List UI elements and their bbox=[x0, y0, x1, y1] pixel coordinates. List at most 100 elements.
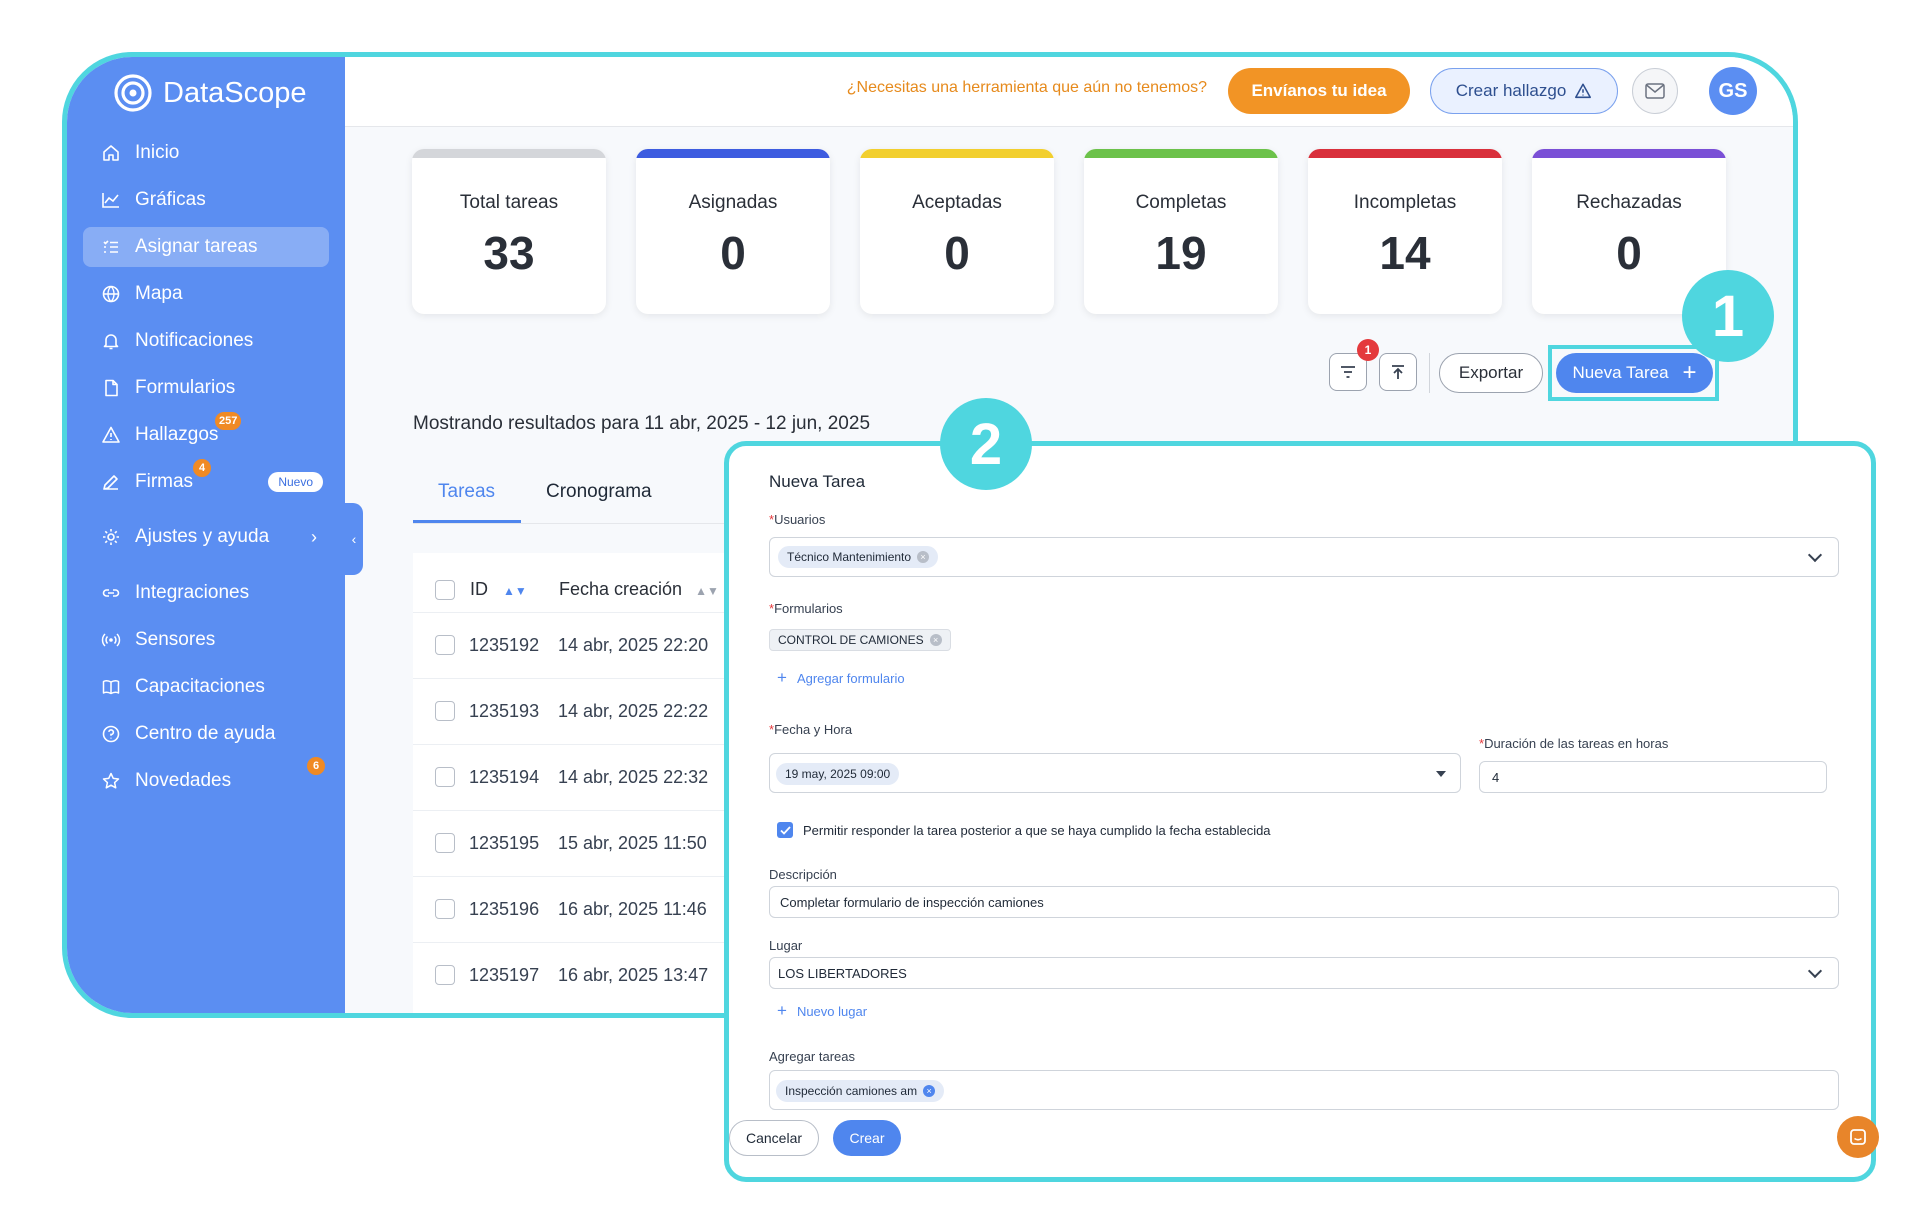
hallazgos-badge: 257 bbox=[215, 412, 242, 430]
sidebar-item-notificaciones[interactable]: Notificaciones bbox=[83, 321, 329, 361]
export-button[interactable]: Exportar bbox=[1439, 353, 1543, 393]
bell-icon bbox=[103, 334, 119, 350]
chevron-right-icon: › bbox=[311, 526, 317, 547]
sidebar-item-label: Novedades bbox=[135, 770, 232, 791]
modal-title: Nueva Tarea bbox=[769, 472, 866, 491]
row-checkbox[interactable] bbox=[435, 767, 455, 787]
firmas-badge: 4 bbox=[193, 459, 211, 477]
datetime-label-text: Fecha y Hora bbox=[774, 722, 853, 737]
description-value: Completar formulario de inspección camio… bbox=[780, 895, 1044, 910]
support-chat-button[interactable] bbox=[1837, 1116, 1879, 1158]
description-input[interactable]: Completar formulario de inspección camio… bbox=[769, 886, 1839, 918]
remove-chip-icon[interactable]: × bbox=[917, 551, 930, 563]
row-checkbox[interactable] bbox=[435, 701, 455, 721]
sidebar-item-capacitaciones[interactable]: Capacitaciones bbox=[83, 667, 329, 707]
sidebar-item-formularios[interactable]: Formularios bbox=[83, 368, 329, 408]
row-checkbox[interactable] bbox=[435, 965, 455, 985]
datetime-picker[interactable]: 19 may, 2025 09:00 bbox=[769, 753, 1461, 793]
sidebar-item-label: Firmas bbox=[135, 471, 194, 492]
caret-down-icon bbox=[1436, 771, 1446, 777]
add-form-link[interactable]: + Agregar formulario bbox=[777, 668, 905, 688]
stat-card-incompletas[interactable]: Incompletas 14 bbox=[1308, 149, 1502, 314]
stat-card-asignadas[interactable]: Asignadas 0 bbox=[636, 149, 830, 314]
select-all-checkbox[interactable] bbox=[435, 580, 455, 600]
stat-value: 0 bbox=[944, 227, 970, 279]
stat-label: Rechazadas bbox=[1576, 192, 1682, 213]
brand-logo[interactable]: DataScope bbox=[113, 73, 307, 113]
sidebar-item-mapa[interactable]: Mapa bbox=[83, 274, 329, 314]
task-list-icon bbox=[103, 240, 118, 253]
sidebar-collapse-button[interactable]: ‹ bbox=[345, 503, 363, 575]
sidebar-item-asignar-tareas[interactable]: Asignar tareas bbox=[83, 227, 329, 267]
users-label-text: Usuarios bbox=[774, 512, 826, 527]
row-checkbox[interactable] bbox=[435, 635, 455, 655]
sidebar-item-label: Mapa bbox=[135, 283, 183, 304]
tab-tareas[interactable]: Tareas bbox=[438, 481, 495, 503]
row-checkbox[interactable] bbox=[435, 899, 455, 919]
new-place-link[interactable]: + Nuevo lugar bbox=[777, 1001, 867, 1021]
sidebar-item-inicio[interactable]: Inicio bbox=[83, 133, 329, 173]
table-row[interactable]: 1235195 15 abr, 2025 11:50 bbox=[413, 810, 743, 876]
task-chip[interactable]: Inspección camiones am × bbox=[776, 1080, 945, 1102]
place-select[interactable]: LOS LIBERTADORES bbox=[769, 957, 1839, 989]
row-date: 14 abr, 2025 22:22 bbox=[558, 701, 709, 721]
sidebar-item-firmas[interactable]: Firmas 4 Nuevo bbox=[83, 459, 329, 502]
upload-button[interactable] bbox=[1379, 353, 1417, 391]
send-idea-button[interactable]: Envíanos tu idea bbox=[1228, 68, 1410, 114]
column-header-label: Fecha creación bbox=[559, 579, 683, 599]
home-icon bbox=[103, 145, 119, 161]
column-header-id[interactable]: ID ▲▼ bbox=[470, 579, 527, 600]
column-header-fecha[interactable]: Fecha creación ▲▼ bbox=[559, 579, 719, 600]
user-chip[interactable]: Técnico Mantenimiento × bbox=[778, 546, 939, 568]
table-row[interactable]: 1235194 14 abr, 2025 22:32 bbox=[413, 744, 743, 810]
sidebar-item-hallazgos[interactable]: Hallazgos 257 bbox=[83, 412, 329, 455]
sidebar-item-centro-ayuda[interactable]: Centro de ayuda bbox=[83, 714, 329, 754]
tab-cronograma[interactable]: Cronograma bbox=[546, 481, 652, 503]
add-tasks-select[interactable]: Inspección camiones am × bbox=[769, 1070, 1839, 1110]
sidebar-item-integraciones[interactable]: Integraciones bbox=[83, 573, 329, 613]
check-icon bbox=[779, 825, 791, 835]
row-date: 15 abr, 2025 11:50 bbox=[558, 833, 707, 853]
sidebar-item-sensores[interactable]: Sensores bbox=[83, 620, 329, 660]
sidebar-item-graficas[interactable]: Gráficas bbox=[83, 180, 329, 220]
duration-label-text: Duración de las tareas en horas bbox=[1484, 736, 1669, 751]
remove-chip-icon[interactable]: × bbox=[929, 634, 942, 646]
create-finding-button[interactable]: Crear hallazgo bbox=[1430, 68, 1618, 114]
duration-value: 4 bbox=[1492, 770, 1500, 785]
avatar[interactable]: GS bbox=[1709, 67, 1757, 115]
remove-chip-icon[interactable]: × bbox=[923, 1085, 936, 1097]
table-row[interactable]: 1235196 16 abr, 2025 11:46 bbox=[413, 876, 743, 942]
messages-button[interactable] bbox=[1632, 68, 1678, 114]
form-chip[interactable]: CONTROL DE CAMIONES × bbox=[769, 629, 951, 651]
duration-input[interactable]: 4 bbox=[1479, 761, 1827, 793]
warning-icon bbox=[1575, 83, 1592, 99]
row-id: 1235194 bbox=[469, 767, 540, 787]
cancel-button[interactable]: Cancelar bbox=[729, 1120, 819, 1156]
stat-card-aceptadas[interactable]: Aceptadas 0 bbox=[860, 149, 1054, 314]
forms-label: *Formularios bbox=[769, 601, 843, 616]
table-row[interactable]: 1235192 14 abr, 2025 22:20 bbox=[413, 612, 743, 678]
allow-late-label: Permitir responder la tarea posterior a … bbox=[803, 823, 1271, 838]
row-checkbox[interactable] bbox=[435, 833, 455, 853]
plus-icon: + bbox=[777, 668, 787, 687]
form-chip-label: CONTROL DE CAMIONES bbox=[778, 633, 924, 647]
stat-card-completas[interactable]: Completas 19 bbox=[1084, 149, 1278, 314]
sidebar-item-ajustes[interactable]: Ajustes y ayuda › bbox=[83, 517, 329, 557]
sidebar-item-label: Ajustes y ayuda bbox=[135, 526, 270, 547]
row-date: 14 abr, 2025 22:32 bbox=[558, 767, 709, 787]
table-row[interactable]: 1235197 16 abr, 2025 13:47 bbox=[413, 942, 743, 1008]
sidebar-item-novedades[interactable]: Novedades 6 bbox=[83, 757, 329, 801]
table-row[interactable]: 1235193 14 abr, 2025 22:22 bbox=[413, 678, 743, 744]
tab-divider bbox=[413, 523, 743, 524]
stat-bar bbox=[1308, 149, 1502, 158]
create-button[interactable]: Crear bbox=[833, 1120, 901, 1156]
new-place-label: Nuevo lugar bbox=[796, 1003, 868, 1019]
stat-value: 0 bbox=[720, 227, 746, 279]
datetime-label: *Fecha y Hora bbox=[769, 722, 852, 737]
users-select[interactable]: Técnico Mantenimiento × bbox=[769, 537, 1839, 577]
toolbar-divider bbox=[1429, 353, 1430, 393]
chat-icon bbox=[1850, 1129, 1866, 1145]
stat-card-total[interactable]: Total tareas 33 bbox=[412, 149, 606, 314]
gear-icon bbox=[103, 529, 119, 545]
allow-late-checkbox[interactable] bbox=[777, 822, 793, 838]
